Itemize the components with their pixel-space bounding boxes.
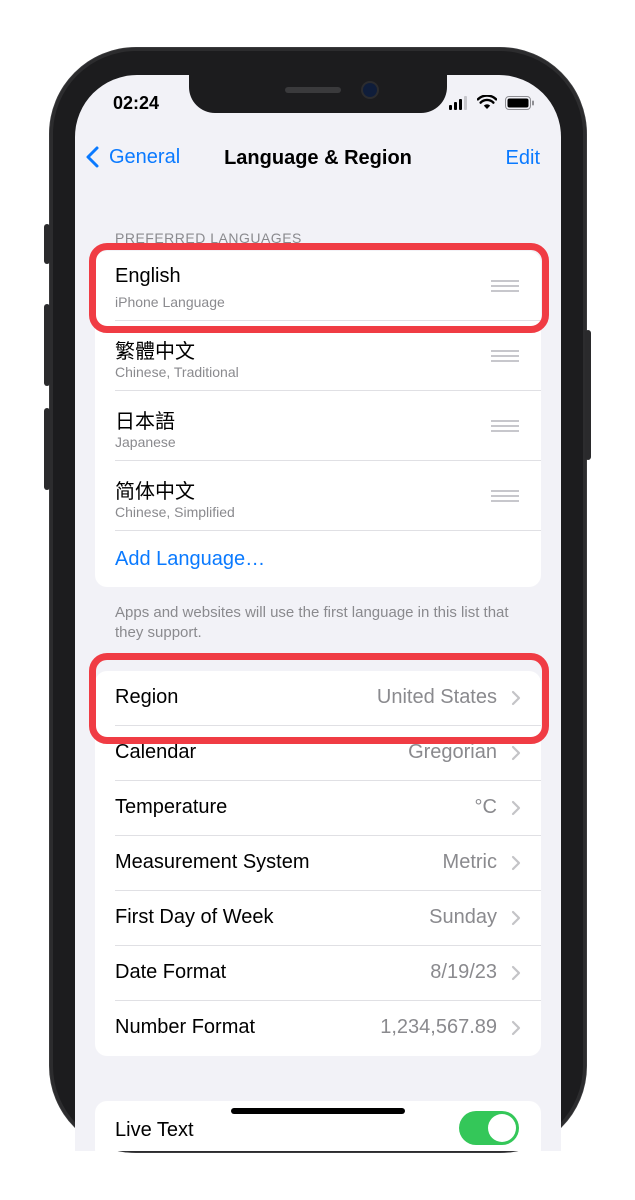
chevron-right-icon xyxy=(511,745,521,761)
languages-footer-note: Apps and websites will use the first lan… xyxy=(115,604,509,641)
volume-down-button xyxy=(44,408,50,490)
page-title: Language & Region xyxy=(224,147,412,169)
language-name: 繁體中文 xyxy=(115,341,195,363)
drag-handle-icon[interactable] xyxy=(491,350,519,362)
preferred-languages-list: English iPhone Language 繁體中文 Chinese, Tr… xyxy=(95,251,541,587)
language-name: 日本語 xyxy=(115,411,175,433)
row-value: 8/19/23 xyxy=(430,961,497,983)
cellular-signal-icon xyxy=(449,95,467,110)
section-header-preferred-languages: PREFERRED LANGUAGES xyxy=(115,230,302,246)
live-text-toggle[interactable] xyxy=(459,1111,519,1145)
row-value: 1,234,567.89 xyxy=(380,1016,497,1038)
settings-row-date-format[interactable]: Date Format 8/19/23 xyxy=(95,946,541,1001)
language-subtitle: Chinese, Simplified xyxy=(115,504,235,520)
language-row[interactable]: English iPhone Language xyxy=(95,251,541,321)
row-value: Metric xyxy=(442,851,497,873)
settings-row-temperature[interactable]: Temperature °C xyxy=(95,781,541,836)
status-time: 02:24 xyxy=(113,93,160,113)
language-subtitle: iPhone Language xyxy=(115,294,225,310)
home-indicator xyxy=(231,1108,405,1114)
status-bar: 02:24 xyxy=(75,93,561,117)
row-label: Measurement System xyxy=(115,851,310,873)
row-label: Temperature xyxy=(115,796,228,818)
power-button xyxy=(585,330,591,460)
language-row[interactable]: 简体中文 Chinese, Simplified xyxy=(95,461,541,531)
row-label: First Day of Week xyxy=(115,906,274,928)
chevron-right-icon xyxy=(511,1020,521,1036)
battery-icon xyxy=(505,95,534,110)
divider xyxy=(115,530,541,531)
volume-up-button xyxy=(44,304,50,386)
navigation-bar: General Language & Region Edit xyxy=(75,145,561,179)
row-label: Number Format xyxy=(115,1016,256,1038)
chevron-right-icon xyxy=(511,690,521,706)
live-text-label: Live Text xyxy=(115,1119,194,1141)
drag-handle-icon[interactable] xyxy=(491,490,519,502)
wifi-icon xyxy=(477,95,497,109)
settings-row-number-format[interactable]: Number Format 1,234,567.89 xyxy=(95,1001,541,1056)
toggle-knob xyxy=(488,1114,516,1142)
language-subtitle: Chinese, Traditional xyxy=(115,364,239,380)
add-language-button[interactable]: Add Language… xyxy=(95,531,541,587)
settings-row-calendar[interactable]: Calendar Gregorian xyxy=(95,726,541,781)
row-value: Sunday xyxy=(429,906,497,928)
language-name: 简体中文 xyxy=(115,481,195,503)
status-icons xyxy=(449,95,535,110)
screen: 02:24 General Language & Region Edit PRE… xyxy=(75,75,561,1151)
drag-handle-icon[interactable] xyxy=(491,280,519,292)
chevron-right-icon xyxy=(511,910,521,926)
drag-handle-icon[interactable] xyxy=(491,420,519,432)
settings-row-first-day-of-week[interactable]: First Day of Week Sunday xyxy=(95,891,541,946)
settings-row-region[interactable]: Region United States xyxy=(95,671,541,726)
chevron-right-icon xyxy=(511,855,521,871)
language-row[interactable]: 繁體中文 Chinese, Traditional xyxy=(95,321,541,391)
language-subtitle: Japanese xyxy=(115,434,176,450)
chevron-right-icon xyxy=(511,965,521,981)
row-label: Date Format xyxy=(115,961,227,983)
edit-button[interactable]: Edit xyxy=(506,147,540,170)
language-row[interactable]: 日本語 Japanese xyxy=(95,391,541,461)
language-name: English xyxy=(115,265,181,287)
row-label: Calendar xyxy=(115,741,197,763)
settings-row-measurement-system[interactable]: Measurement System Metric xyxy=(95,836,541,891)
silent-switch xyxy=(44,224,50,264)
row-value: United States xyxy=(376,686,497,708)
row-value: °C xyxy=(474,796,497,818)
region-settings-list: Region United States Calendar Gregorian … xyxy=(95,671,541,1056)
chevron-right-icon xyxy=(511,800,521,816)
row-label: Region xyxy=(115,686,179,708)
row-value: Gregorian xyxy=(408,741,497,763)
